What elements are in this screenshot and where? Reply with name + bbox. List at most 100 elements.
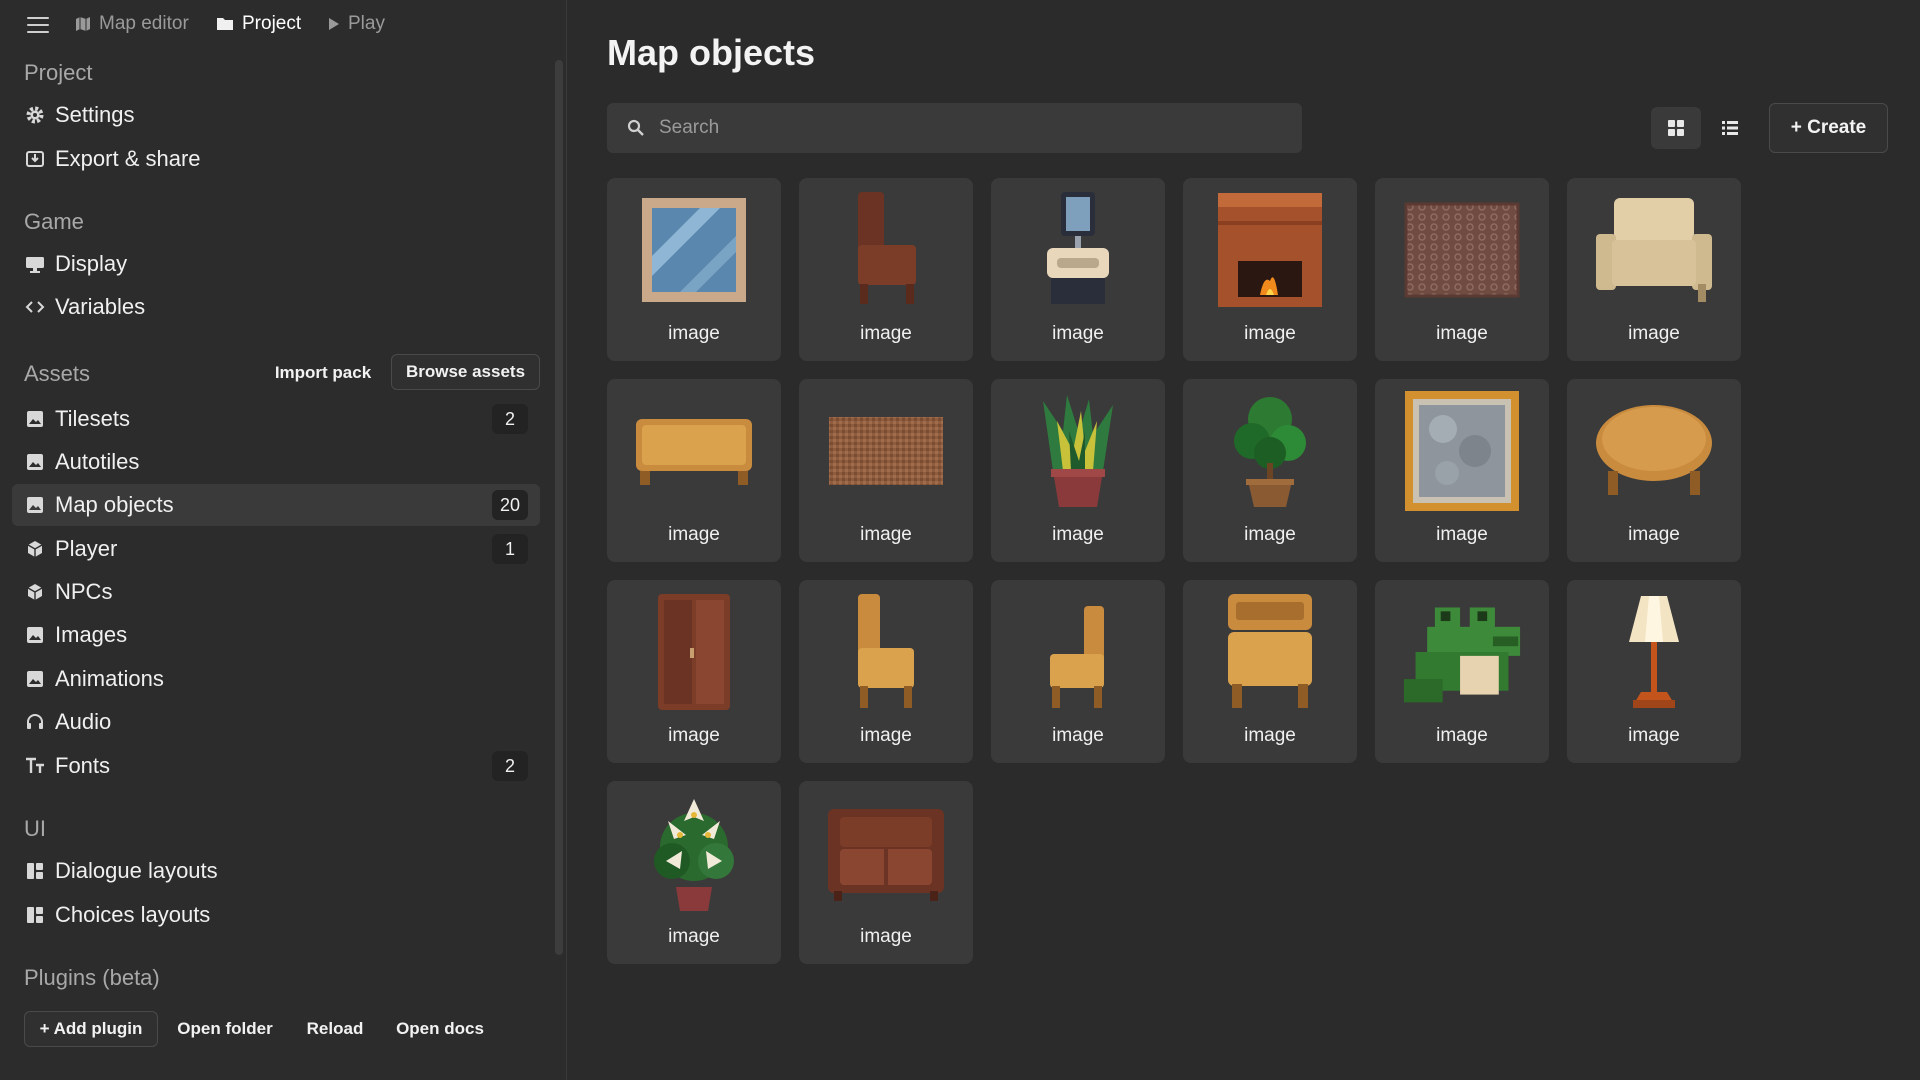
play-icon <box>329 18 339 30</box>
map-object-card[interactable]: image <box>1567 178 1741 361</box>
sidebar-item-label: Display <box>55 251 128 276</box>
grid-view-button[interactable] <box>1651 107 1701 149</box>
sidebar-item-variables[interactable]: Variables <box>12 286 540 328</box>
cube-icon <box>25 539 45 559</box>
sidebar-item-label: NPCs <box>55 579 113 604</box>
map-object-card[interactable]: image <box>1183 580 1357 763</box>
frog-sprite <box>1402 592 1522 712</box>
breadcrumb-play-label: Play <box>348 13 385 34</box>
map-object-card[interactable]: image <box>607 781 781 964</box>
potted-tree-sprite <box>1210 391 1330 511</box>
reload-button[interactable]: Reload <box>298 1011 372 1047</box>
browse-assets-button[interactable]: Browse assets <box>391 354 540 390</box>
sidebar-item-label: Images <box>55 622 128 647</box>
sidebar-item-export-share[interactable]: Export & share <box>12 138 540 180</box>
map-object-card[interactable]: image <box>991 580 1165 763</box>
map-object-card[interactable]: image <box>1375 178 1549 361</box>
breadcrumb-play[interactable]: Play <box>328 12 385 36</box>
dark-chair-sprite <box>826 190 946 310</box>
image-icon <box>25 625 45 645</box>
floor-lamp-sprite <box>1594 592 1714 712</box>
search-icon <box>627 119 644 136</box>
sidebar-item-audio[interactable]: Audio <box>12 701 540 743</box>
map-object-card[interactable]: image <box>1567 580 1741 763</box>
add-plugin-button[interactable]: + Add plugin <box>24 1011 158 1047</box>
font-icon <box>25 756 45 776</box>
chair-left-sprite <box>826 592 946 712</box>
sidebar-item-display[interactable]: Display <box>12 243 540 285</box>
sidebar: Map editor Project Play Project Settings… <box>0 0 567 1080</box>
count-badge: 1 <box>492 534 528 564</box>
map-object-card[interactable]: image <box>991 379 1165 562</box>
image-icon <box>25 409 45 429</box>
sidebar-item-label: Settings <box>55 102 135 127</box>
import-pack-button[interactable]: Import pack <box>268 355 378 391</box>
sidebar-item-label: Autotiles <box>55 449 140 474</box>
create-button[interactable]: + Create <box>1769 103 1888 153</box>
section-title-ui: UI <box>24 816 46 841</box>
sidebar-item-label: Audio <box>55 709 112 734</box>
card-caption: image <box>1436 725 1488 746</box>
sidebar-item-choices-layouts[interactable]: Choices layouts <box>12 894 540 936</box>
map-object-card[interactable]: image <box>1375 379 1549 562</box>
count-badge: 2 <box>492 404 528 434</box>
rug-sprite <box>1402 190 1522 310</box>
gear-icon <box>25 105 45 125</box>
sidebar-item-dialogue-layouts[interactable]: Dialogue layouts <box>12 850 540 892</box>
sofa-sprite <box>826 793 946 913</box>
count-badge: 20 <box>491 490 528 520</box>
sidebar-item-animations[interactable]: Animations <box>12 658 540 700</box>
sink-mirror-sprite <box>1018 190 1138 310</box>
stone-window-sprite <box>1402 391 1522 511</box>
breadcrumb-map-editor-label: Map editor <box>99 13 189 34</box>
image-icon <box>25 495 45 515</box>
beige-armchair-sprite <box>1594 190 1714 310</box>
sidebar-item-player[interactable]: Player 1 <box>12 528 540 570</box>
map-objects-grid: image image image image image image imag… <box>607 178 1741 964</box>
sidebar-item-label: Dialogue layouts <box>55 858 218 883</box>
section-title-assets: Assets <box>24 361 91 386</box>
map-object-card[interactable]: image <box>991 178 1165 361</box>
sidebar-item-settings[interactable]: Settings <box>12 94 540 136</box>
sidebar-item-fonts[interactable]: Fonts 2 <box>12 745 540 787</box>
map-object-card[interactable]: image <box>607 580 781 763</box>
map-icon <box>76 17 90 31</box>
breadcrumb-map-editor[interactable]: Map editor <box>75 12 189 36</box>
code-icon <box>25 297 45 317</box>
top-nav: Map editor Project Play <box>0 0 567 48</box>
image-icon <box>25 452 45 472</box>
search-field[interactable] <box>607 103 1302 153</box>
map-object-card[interactable]: image <box>607 379 781 562</box>
map-object-card[interactable]: image <box>1375 580 1549 763</box>
card-caption: image <box>668 725 720 746</box>
count-badge: 2 <box>492 751 528 781</box>
folder-icon <box>217 18 233 30</box>
map-object-card[interactable]: image <box>799 781 973 964</box>
sidebar-item-autotiles[interactable]: Autotiles <box>12 441 540 483</box>
map-object-card[interactable]: image <box>1183 379 1357 562</box>
sidebar-item-map-objects[interactable]: Map objects 20 <box>12 484 540 526</box>
card-caption: image <box>668 926 720 947</box>
cube-icon <box>25 582 45 602</box>
card-caption: image <box>1436 323 1488 344</box>
open-docs-button[interactable]: Open docs <box>390 1011 490 1047</box>
open-folder-button[interactable]: Open folder <box>172 1011 278 1047</box>
sidebar-item-tilesets[interactable]: Tilesets 2 <box>12 398 540 440</box>
map-object-card[interactable]: image <box>1183 178 1357 361</box>
breadcrumb-project[interactable]: Project <box>216 12 301 36</box>
sidebar-item-label: Map objects <box>55 492 174 517</box>
hamburger-menu-icon[interactable] <box>24 15 52 35</box>
map-object-card[interactable]: image <box>1567 379 1741 562</box>
map-object-card[interactable]: image <box>799 379 973 562</box>
sidebar-item-npcs[interactable]: NPCs <box>12 571 540 613</box>
fireplace-sprite <box>1210 190 1330 310</box>
list-icon <box>1722 121 1738 135</box>
map-object-card[interactable]: image <box>799 580 973 763</box>
map-object-card[interactable]: image <box>607 178 781 361</box>
map-object-card[interactable]: image <box>799 178 973 361</box>
list-view-button[interactable] <box>1705 107 1755 149</box>
sidebar-scrollbar[interactable] <box>555 60 563 955</box>
sidebar-item-images[interactable]: Images <box>12 614 540 656</box>
search-input[interactable] <box>659 117 1259 139</box>
card-caption: image <box>1628 323 1680 344</box>
